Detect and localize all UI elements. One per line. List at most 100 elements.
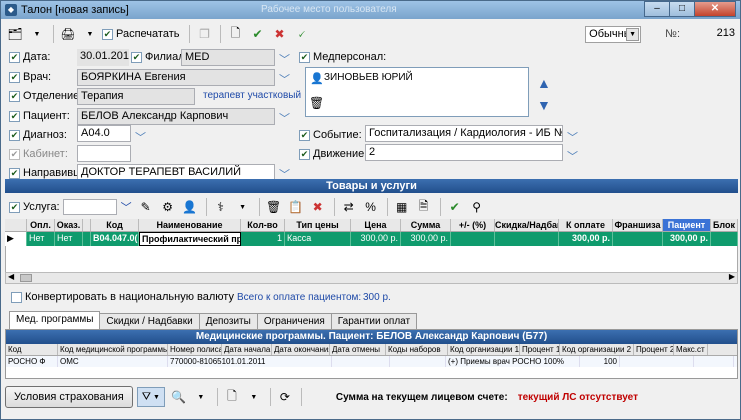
column-header[interactable]: Кол-во [241, 219, 285, 231]
grid-cell[interactable]: (+) Приемы врач РОСНО 100% [446, 356, 580, 367]
movement-field[interactable]: 2 [365, 144, 563, 161]
column-header[interactable]: Блок [711, 219, 738, 231]
document-icon[interactable]: 🗎 [414, 198, 434, 216]
grid-cell[interactable] [620, 356, 694, 367]
chevron-down-icon[interactable]: ▼ [626, 27, 640, 41]
scroll-left-icon[interactable]: ◀ [8, 272, 14, 281]
tab-discounts[interactable]: Скидки / Надбавки [99, 313, 200, 329]
grid-cell[interactable] [451, 232, 495, 246]
grid-cell[interactable]: ОМС [58, 356, 168, 367]
search-service-icon[interactable]: ⚙ [158, 198, 178, 216]
print-dropdown-icon[interactable]: ▼ [80, 25, 100, 43]
scroll-thumb[interactable] [20, 274, 32, 282]
column-header[interactable]: Оказ. [55, 219, 83, 231]
grid-cell[interactable] [332, 356, 390, 367]
grid-cell[interactable]: 300,00 р. [351, 232, 401, 246]
move-down-icon[interactable]: ▼ [537, 97, 551, 113]
column-header[interactable]: Процент 1 [520, 344, 560, 355]
chevron-down-icon[interactable]: ﹀ [135, 129, 146, 145]
refresh-icon[interactable]: ⟳ [275, 388, 295, 406]
grid-cell[interactable]: 1 [241, 232, 285, 246]
column-header[interactable]: Скидка/Надбавка [495, 219, 559, 231]
column-header[interactable]: Дата отмены [330, 344, 386, 355]
move-up-icon[interactable]: ▲ [537, 75, 551, 91]
department-checkbox[interactable]: ✔ [9, 90, 20, 102]
referrer-checkbox[interactable]: ✔ [9, 167, 20, 179]
column-header[interactable]: Франшиза [613, 219, 663, 231]
user-icon[interactable]: 👤 [180, 198, 200, 216]
print-label[interactable]: Распечатать [116, 28, 179, 40]
column-header[interactable]: Коды наборов [386, 344, 448, 355]
staff-list[interactable]: 👤 ЗИНОВЬЕВ ЮРИЙ 🗑 [305, 67, 529, 117]
grid-cell[interactable] [390, 356, 446, 367]
date-field[interactable]: 30.01.2013 [77, 49, 129, 66]
page-icon[interactable]: 🗋 [222, 388, 242, 406]
filter-button[interactable]: ⛛ ▼ [136, 387, 165, 407]
grid-cell[interactable] [613, 232, 663, 246]
column-header[interactable]: Пациент [663, 219, 711, 231]
column-header[interactable] [83, 219, 91, 231]
staff-checkbox[interactable]: ✔ [299, 51, 310, 63]
tab-med-programs[interactable]: Мед. программы [9, 311, 101, 329]
clipboard-icon[interactable]: 📋 [286, 198, 306, 216]
grid-cell[interactable]: B04.047.0( [91, 232, 139, 246]
printer-icon[interactable]: 🖨 [58, 25, 78, 43]
properties-icon[interactable]: 🗂 [5, 25, 25, 43]
grid-cell[interactable]: РОСНО Ф [6, 356, 58, 367]
grid-cell[interactable]: Нет [55, 232, 83, 246]
chevron-down-icon[interactable]: ﹀ [567, 148, 578, 164]
save-check-icon[interactable]: ✔ [247, 25, 267, 43]
column-header[interactable]: Наименование [139, 219, 241, 231]
grid-cell[interactable]: Нет [27, 232, 55, 246]
cancel-x-icon[interactable]: ✖ [269, 25, 289, 43]
column-header[interactable]: Код организации 1 [448, 344, 520, 355]
diagnosis-field[interactable]: А04.0 [77, 125, 131, 142]
scroll-right-icon[interactable]: ▶ [729, 272, 735, 281]
exchange-icon[interactable]: ⇄ [339, 198, 359, 216]
doctor-checkbox[interactable]: ✔ [9, 71, 20, 83]
document-icon[interactable]: 🗋 [225, 25, 245, 43]
column-header[interactable]: Сумма [401, 219, 451, 231]
horizontal-scrollbar[interactable]: ◀ ▶ [5, 272, 738, 284]
patient-field[interactable]: БЕЛОВ Александр Карпович [77, 108, 275, 125]
grid-cell[interactable]: 300,00 р. [401, 232, 451, 246]
cabinet-checkbox[interactable]: ✔ [9, 148, 20, 160]
search-icon[interactable]: 🔍 [169, 388, 189, 406]
column-header[interactable]: Номер полиса [168, 344, 222, 355]
column-header[interactable]: Опл. [27, 219, 55, 231]
grid-cell[interactable]: 300,00 р. [663, 232, 711, 246]
mode-select[interactable]: Обычный ▼ [585, 25, 642, 43]
grid-cell[interactable]: Профилактический прием [139, 232, 241, 246]
insurance-conditions-button[interactable]: Условия страхования [5, 386, 133, 408]
branch-field[interactable]: MED [181, 49, 275, 66]
chevron-down-icon[interactable]: ﹀ [567, 129, 578, 145]
chevron-down-icon[interactable]: ﹀ [121, 199, 132, 215]
column-header[interactable]: Код организации 2 [560, 344, 634, 355]
print-checkbox[interactable]: ✔ [102, 28, 113, 40]
trash-icon[interactable]: 🗑 [309, 96, 324, 110]
commit-icon[interactable]: 🗸 [291, 25, 311, 43]
grid-cell[interactable] [495, 232, 559, 246]
column-header[interactable]: Макс.ст [674, 344, 708, 355]
department-field[interactable]: Терапия [77, 88, 195, 105]
service-checkbox[interactable]: ✔ [9, 201, 20, 213]
convert-currency-checkbox[interactable]: ✔ [11, 291, 22, 303]
date-checkbox[interactable]: ✔ [9, 51, 20, 63]
grid-cell[interactable] [83, 232, 91, 246]
event-checkbox[interactable]: ✔ [299, 129, 310, 141]
column-header[interactable]: Процент 2 [634, 344, 674, 355]
minimize-button[interactable]: – [644, 1, 670, 17]
grid-cell[interactable]: 300,00 р. [559, 232, 613, 246]
chevron-down-icon[interactable]: ﹀ [279, 110, 290, 126]
event-field[interactable]: Госпитализация / Кардиология - ИБ № 14-1… [365, 125, 563, 142]
column-header[interactable]: +/- (%) [451, 219, 495, 231]
grid-cell[interactable]: Касса [285, 232, 351, 246]
check-icon[interactable]: ✔ [445, 198, 465, 216]
column-header[interactable]: Код [6, 344, 58, 355]
dropdown-arrow-icon[interactable]: ▼ [27, 25, 47, 43]
trash-icon[interactable]: 🗑 [264, 198, 284, 216]
dropdown-arrow-icon[interactable]: ▼ [233, 198, 253, 216]
chevron-down-icon[interactable]: ﹀ [279, 71, 290, 87]
column-header[interactable]: Дата окончания [272, 344, 330, 355]
tab-guarantees[interactable]: Гарантии оплат [330, 313, 418, 329]
